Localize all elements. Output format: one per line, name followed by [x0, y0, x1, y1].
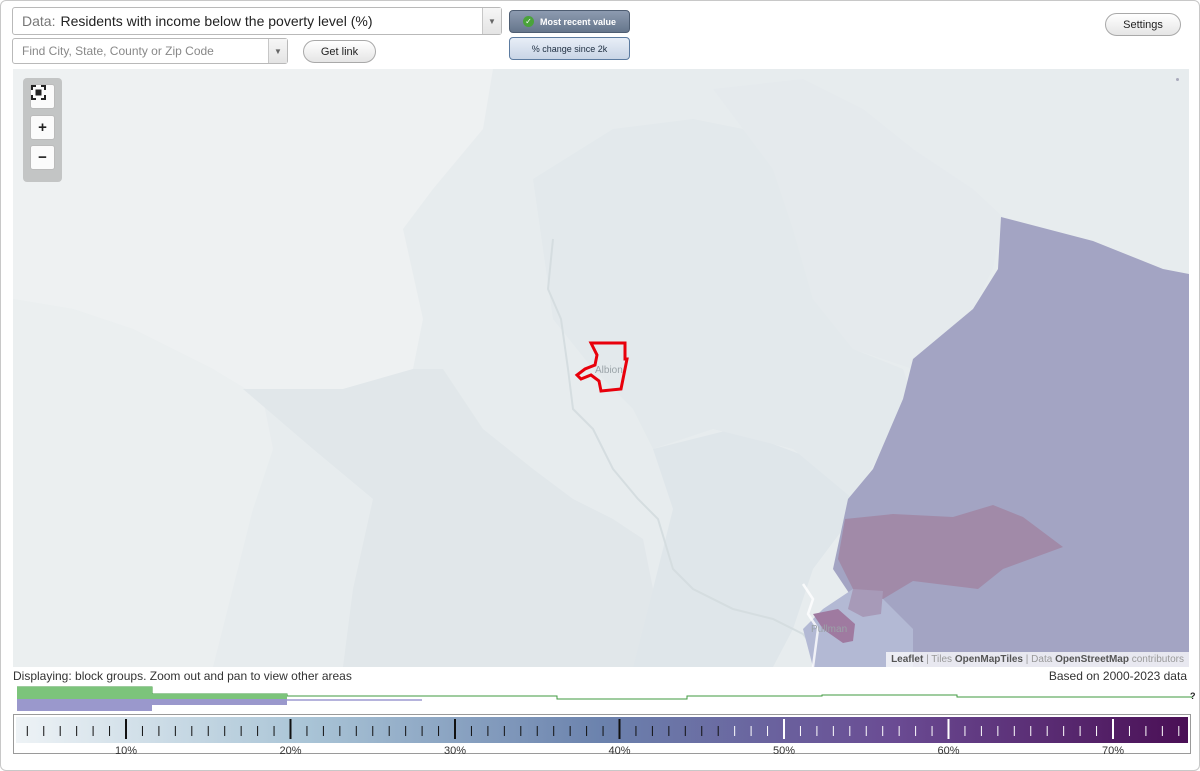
- place-label-albion: Albion: [595, 365, 623, 376]
- distribution-histogram: [17, 686, 1192, 711]
- data-select-prefix: Data:: [22, 13, 56, 29]
- plus-icon: +: [38, 119, 47, 136]
- scale-tick-label: 10%: [114, 745, 138, 757]
- zoom-control: + −: [23, 78, 62, 182]
- percent-change-button[interactable]: % change since 2k: [509, 37, 630, 60]
- zoom-in-button[interactable]: +: [30, 115, 55, 140]
- map-corner-dot: [1176, 78, 1179, 81]
- minus-icon: −: [38, 149, 47, 166]
- app-frame: Data: Residents with income below the po…: [0, 0, 1200, 771]
- scale-tick-label: 30%: [443, 745, 467, 757]
- location-search[interactable]: ▼: [12, 38, 288, 64]
- openstreetmap-link[interactable]: OpenStreetMap: [1055, 654, 1129, 665]
- map-canvas[interactable]: Albion Pullman + − Leaflet | Tiles OpenM…: [13, 69, 1189, 667]
- openmaptiles-link[interactable]: OpenMapTiles: [955, 654, 1023, 665]
- most-recent-value-button[interactable]: ✓ Most recent value: [509, 10, 630, 33]
- leaflet-link[interactable]: Leaflet: [891, 654, 923, 665]
- scale-tick-label: 60%: [937, 745, 960, 757]
- settings-button[interactable]: Settings: [1105, 13, 1181, 36]
- scale-tick-label: 20%: [279, 745, 302, 757]
- color-scale-legend[interactable]: 10% 20% 30% 40% 50% 60% 70%: [13, 714, 1191, 757]
- scale-tick-label: 40%: [608, 745, 631, 757]
- map-attribution: Leaflet | Tiles OpenMapTiles | Data Open…: [886, 652, 1189, 667]
- scale-tick-label: 50%: [772, 745, 796, 757]
- check-icon: ✓: [522, 16, 534, 27]
- data-select-value: Residents with income below the poverty …: [60, 13, 373, 29]
- search-input[interactable]: [13, 39, 263, 63]
- chevron-down-icon[interactable]: ▼: [268, 39, 287, 63]
- color-scale-bar: [16, 717, 1188, 743]
- fullscreen-icon[interactable]: [30, 84, 55, 109]
- data-range-note: Based on 2000-2023 data: [1048, 669, 1187, 683]
- zoom-out-button[interactable]: −: [30, 145, 55, 170]
- get-link-button[interactable]: Get link: [303, 40, 376, 63]
- data-select[interactable]: Data: Residents with income below the po…: [12, 7, 502, 35]
- scale-tick-label: 70%: [1101, 745, 1125, 757]
- chevron-down-icon[interactable]: ▼: [482, 8, 501, 34]
- place-label-pullman: Pullman: [811, 624, 848, 635]
- display-level-note: Displaying: block groups. Zoom out and p…: [13, 669, 352, 683]
- help-icon[interactable]: ?: [1190, 691, 1196, 701]
- most-recent-label: Most recent value: [539, 16, 617, 27]
